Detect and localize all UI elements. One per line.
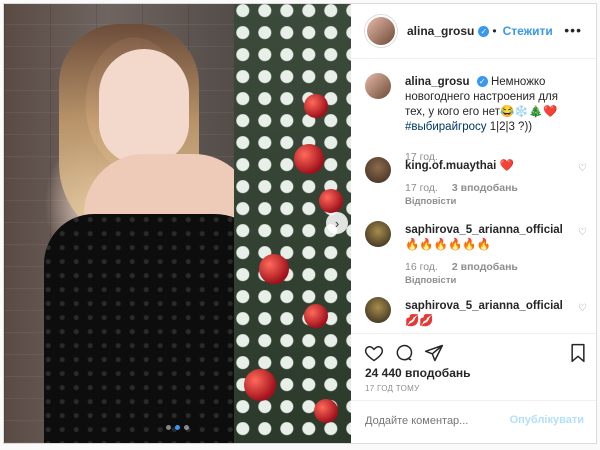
like-comment-icon[interactable]: ♡ bbox=[578, 303, 587, 314]
comment-username[interactable]: saphirova_5_arianna_official bbox=[405, 224, 563, 236]
post-sidebar: alina_grosu ✓ • Стежити ••• alina_grosu … bbox=[351, 4, 596, 443]
ornament bbox=[314, 399, 338, 423]
avatar[interactable] bbox=[365, 221, 391, 247]
chevron-right-icon: › bbox=[334, 215, 340, 231]
comment-text: king.of.muaythai ❤️ bbox=[405, 159, 565, 174]
avatar[interactable] bbox=[365, 15, 397, 47]
comment-username[interactable]: saphirova_5_arianna_official bbox=[405, 300, 563, 312]
comment-body: 🔥🔥🔥🔥🔥🔥 bbox=[405, 239, 491, 251]
comment-meta: 17 год. 3 вподобань bbox=[405, 182, 518, 194]
ornament bbox=[294, 144, 324, 174]
likes-count[interactable]: 24 440 вподобань bbox=[365, 366, 471, 380]
avatar[interactable] bbox=[365, 73, 391, 99]
comment-input[interactable] bbox=[365, 415, 515, 427]
post-time: 17 ГОД ТОМУ bbox=[365, 384, 420, 393]
reply-button[interactable]: Відповісти bbox=[405, 275, 456, 286]
comment-username[interactable]: king.of.muaythai bbox=[405, 160, 496, 172]
bookmark-icon[interactable] bbox=[567, 342, 589, 364]
follow-button[interactable]: Стежити bbox=[503, 24, 553, 38]
carousel-dot bbox=[184, 425, 189, 430]
comment-meta: 16 год. 2 вподобань bbox=[405, 261, 518, 273]
comment-item: king.of.muaythai ❤️ ♡ 17 год. 3 вподобань… bbox=[365, 157, 587, 217]
ornament bbox=[319, 189, 343, 213]
ornament bbox=[259, 254, 289, 284]
avatar[interactable] bbox=[365, 297, 391, 323]
hashtag-link[interactable]: #выбирайгросу bbox=[405, 121, 486, 133]
comment-body: ❤️ bbox=[499, 160, 514, 172]
avatar[interactable] bbox=[365, 157, 391, 183]
verified-badge-icon: ✓ bbox=[478, 25, 490, 37]
instagram-post: › alina_grosu ✓ • Стежити ••• alina_gros… bbox=[3, 3, 597, 444]
comment-text: saphirova_5_arianna_official 🔥🔥🔥🔥🔥🔥 bbox=[405, 223, 565, 253]
separator-dot: • bbox=[492, 24, 497, 38]
comment-icon[interactable] bbox=[393, 342, 415, 364]
comment-time: 16 год. bbox=[405, 261, 438, 273]
comment-likes[interactable]: 2 вподобань bbox=[452, 261, 518, 273]
more-options-icon[interactable]: ••• bbox=[564, 22, 582, 38]
comments-list[interactable]: alina_grosu ✓ Немножко новогоднего настр… bbox=[351, 59, 596, 332]
comment-item: saphirova_5_arianna_official 💋💋 ♡ bbox=[365, 297, 587, 332]
caption-suffix: 1|2|3 ?)) bbox=[489, 121, 533, 133]
comment-item: saphirova_5_arianna_official 🔥🔥🔥🔥🔥🔥 ♡ 16… bbox=[365, 221, 587, 291]
like-comment-icon[interactable]: ♡ bbox=[578, 163, 587, 174]
comment-time: 17 год. bbox=[405, 182, 438, 194]
comment-text: saphirova_5_arianna_official 💋💋 bbox=[405, 299, 565, 329]
ornament bbox=[244, 369, 276, 401]
carousel-indicator bbox=[166, 425, 189, 430]
post-photo[interactable]: › bbox=[4, 4, 351, 443]
woman-face bbox=[99, 49, 189, 164]
publish-button[interactable]: Опублікувати bbox=[510, 414, 584, 426]
post-header: alina_grosu ✓ • Стежити ••• bbox=[351, 4, 596, 59]
heart-icon[interactable] bbox=[363, 342, 385, 364]
carousel-dot-active bbox=[175, 425, 180, 430]
comment-likes[interactable]: 3 вподобань bbox=[452, 182, 518, 194]
ornament bbox=[304, 94, 328, 118]
header-username[interactable]: alina_grosu bbox=[407, 24, 474, 38]
add-comment-bar: Опублікувати bbox=[351, 400, 596, 444]
caption-username[interactable]: alina_grosu bbox=[405, 76, 470, 88]
comment-body: 💋💋 bbox=[405, 315, 434, 327]
like-comment-icon[interactable]: ♡ bbox=[578, 227, 587, 238]
verified-badge-icon: ✓ bbox=[476, 76, 488, 88]
share-icon[interactable] bbox=[423, 342, 445, 364]
ornament bbox=[304, 304, 328, 328]
reply-button[interactable]: Відповісти bbox=[405, 196, 456, 207]
caption: alina_grosu ✓ Немножко новогоднего настр… bbox=[365, 73, 587, 163]
caption-text: alina_grosu ✓ Немножко новогоднего настр… bbox=[405, 75, 565, 135]
next-photo-button[interactable]: › bbox=[326, 212, 348, 234]
carousel-dot bbox=[166, 425, 171, 430]
